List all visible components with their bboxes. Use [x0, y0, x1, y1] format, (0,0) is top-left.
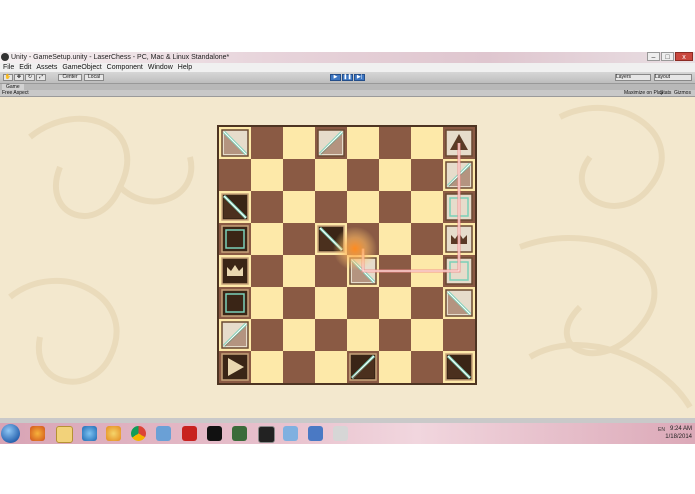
menu-edit[interactable]: Edit	[19, 63, 31, 72]
board-square[interactable]	[379, 351, 411, 383]
folder-icon[interactable]	[56, 426, 73, 443]
board-square[interactable]	[315, 159, 347, 191]
language-indicator[interactable]: EN	[658, 427, 665, 433]
menu-window[interactable]: Window	[148, 63, 173, 72]
window-title-bar: Unity - GameSetup.unity - LaserChess - P…	[0, 52, 695, 63]
board-square[interactable]	[283, 223, 315, 255]
unity-app-icon	[1, 53, 9, 61]
board-square[interactable]	[347, 319, 379, 351]
game-viewport[interactable]	[0, 97, 695, 418]
board-square[interactable]	[283, 159, 315, 191]
board-square[interactable]	[251, 351, 283, 383]
board-square[interactable]	[379, 319, 411, 351]
paint-icon[interactable]	[333, 426, 348, 441]
board-square[interactable]	[315, 351, 347, 383]
gimp-icon[interactable]	[232, 426, 247, 441]
main-toolbar: ✋ ✥ ↻ ⤢ Center Local ▶ ❚❚ ▶| Layers Layo…	[0, 72, 695, 84]
clock-date: 1/18/2014	[665, 434, 692, 440]
maximize-button[interactable]: □	[661, 52, 674, 61]
board-square[interactable]	[251, 191, 283, 223]
board-square[interactable]	[379, 223, 411, 255]
hand-tool-icon[interactable]: ✋	[3, 74, 13, 81]
board-square[interactable]	[283, 351, 315, 383]
board-square[interactable]	[283, 319, 315, 351]
board-square[interactable]	[283, 255, 315, 287]
board-square[interactable]	[411, 287, 443, 319]
menu-help[interactable]: Help	[178, 63, 192, 72]
menu-gameobject[interactable]: GameObject	[62, 63, 101, 72]
network-icon[interactable]	[283, 426, 298, 441]
board-square[interactable]	[379, 127, 411, 159]
board-square[interactable]	[411, 223, 443, 255]
board-square[interactable]	[251, 319, 283, 351]
stats-toggle[interactable]: Stats	[659, 90, 672, 96]
system-clock[interactable]: 9:24 AM 1/18/2014	[665, 425, 692, 441]
board-square[interactable]	[347, 127, 379, 159]
maximize-on-play-toggle[interactable]: Maximize on Play	[623, 90, 664, 96]
board-square[interactable]	[411, 319, 443, 351]
rotate-tool-icon[interactable]: ↻	[25, 74, 35, 81]
gizmos-dropdown[interactable]: Gizmos	[673, 90, 692, 96]
board-square[interactable]	[379, 287, 411, 319]
board-square[interactable]	[283, 127, 315, 159]
chess-board[interactable]	[217, 125, 477, 385]
remote-icon[interactable]	[308, 426, 323, 441]
board-square[interactable]	[251, 287, 283, 319]
board-square[interactable]	[219, 159, 251, 191]
board-square[interactable]	[251, 127, 283, 159]
board-square[interactable]	[251, 255, 283, 287]
move-tool-icon[interactable]: ✥	[14, 74, 24, 81]
acrobat-icon[interactable]	[182, 426, 197, 441]
layout-dropdown[interactable]: Layout	[654, 74, 692, 81]
firefox-icon[interactable]	[30, 426, 45, 441]
chrome-icon[interactable]	[131, 426, 146, 441]
board-square[interactable]	[283, 287, 315, 319]
board-square[interactable]	[283, 191, 315, 223]
windows-taskbar: EN 9:24 AM 1/18/2014	[0, 423, 695, 444]
virtualbox-icon[interactable]	[156, 426, 171, 441]
board-square[interactable]	[315, 319, 347, 351]
menu-bar: File Edit Assets GameObject Component Wi…	[0, 63, 695, 72]
board-square[interactable]	[347, 191, 379, 223]
board-square[interactable]	[411, 351, 443, 383]
minimize-button[interactable]: –	[647, 52, 660, 61]
media-icon[interactable]	[106, 426, 121, 441]
clock-time: 9:24 AM	[669, 426, 692, 432]
menu-file[interactable]: File	[3, 63, 14, 72]
play-button-icon[interactable]: ▶	[330, 74, 341, 81]
start-button-icon[interactable]	[1, 424, 20, 443]
close-button[interactable]: x	[675, 52, 693, 61]
pause-button-icon[interactable]: ❚❚	[342, 74, 353, 81]
board-square[interactable]	[443, 319, 475, 351]
board-square[interactable]	[347, 159, 379, 191]
board-square[interactable]	[251, 159, 283, 191]
menu-assets[interactable]: Assets	[36, 63, 57, 72]
terminal-icon[interactable]	[207, 426, 222, 441]
board-square[interactable]	[379, 191, 411, 223]
board-square[interactable]	[411, 191, 443, 223]
board-square[interactable]	[315, 287, 347, 319]
board-square[interactable]	[411, 159, 443, 191]
aspect-dropdown[interactable]: Free Aspect	[2, 90, 60, 96]
laser-impact-glow	[333, 226, 377, 271]
pivot-center-button[interactable]: Center	[58, 74, 82, 81]
window-title: Unity - GameSetup.unity - LaserChess - P…	[11, 54, 230, 61]
board-square[interactable]	[347, 287, 379, 319]
ie-icon[interactable]	[82, 426, 97, 441]
step-button-icon[interactable]: ▶|	[354, 74, 365, 81]
board-square[interactable]	[251, 223, 283, 255]
pivot-local-button[interactable]: Local	[84, 74, 104, 81]
board-canvas	[219, 127, 475, 383]
menu-component[interactable]: Component	[107, 63, 143, 72]
board-square[interactable]	[411, 127, 443, 159]
unity-icon[interactable]	[258, 426, 275, 443]
game-view-toolbar: Free Aspect Maximize on Play Stats Gizmo…	[0, 90, 695, 97]
layers-dropdown[interactable]: Layers	[615, 74, 651, 81]
board-square[interactable]	[315, 191, 347, 223]
scale-tool-icon[interactable]: ⤢	[36, 74, 46, 81]
board-square[interactable]	[379, 159, 411, 191]
